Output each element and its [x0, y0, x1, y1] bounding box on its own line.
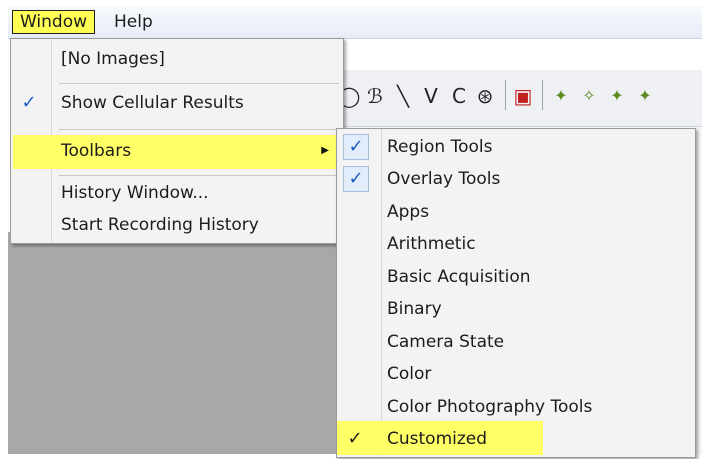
- polyline-tool-icon[interactable]: V: [420, 82, 442, 110]
- menu-item-camera-state[interactable]: Camera State: [337, 326, 695, 358]
- menu-separator: [59, 129, 339, 130]
- menu-item-label: Binary: [387, 299, 442, 319]
- menu-item-label: History Window...: [61, 183, 209, 203]
- menu-item-apps[interactable]: Apps: [337, 196, 695, 228]
- window-menu-dropdown: [No Images] ✓ Show Cellular Results Tool…: [10, 38, 344, 244]
- checkmark-icon: ✓: [347, 428, 363, 449]
- menu-item-color-photography-tools[interactable]: Color Photography Tools: [337, 391, 695, 423]
- submenu-arrow-icon: ▶: [321, 145, 329, 156]
- menu-item-label: Customized: [387, 429, 488, 449]
- region-manager-icon[interactable]: ▣: [512, 82, 534, 110]
- menu-item-color[interactable]: Color: [337, 358, 695, 390]
- checkmark-icon: ✓: [343, 166, 369, 192]
- menu-item-label: Overlay Tools: [387, 169, 501, 189]
- menu-item-label: Arithmetic: [387, 234, 476, 254]
- menu-item-label: Color Photography Tools: [387, 397, 593, 417]
- menu-item-label: Apps: [387, 202, 430, 222]
- menu-item-arithmetic[interactable]: Arithmetic: [337, 228, 695, 260]
- menu-item-label: Start Recording History: [61, 215, 259, 235]
- menu-item-show-cellular-results[interactable]: ✓ Show Cellular Results: [11, 87, 343, 119]
- wizard-icon[interactable]: ✦: [606, 82, 628, 110]
- wizard-icon[interactable]: ✦: [550, 82, 572, 110]
- menu-item-customized[interactable]: ✓ Customized: [337, 423, 695, 455]
- menu-separator: [59, 175, 339, 176]
- menu-item-label: Show Cellular Results: [61, 93, 244, 113]
- multi-point-icon[interactable]: ⊛: [474, 82, 496, 110]
- menu-item-region-tools[interactable]: ✓ Region Tools: [337, 131, 695, 163]
- menu-window[interactable]: Window: [12, 10, 96, 34]
- menu-item-label: Toolbars: [61, 141, 132, 161]
- menu-item-binary[interactable]: Binary: [337, 293, 695, 325]
- menu-help[interactable]: Help: [108, 10, 159, 34]
- arc-tool-icon[interactable]: C: [448, 82, 470, 110]
- menu-item-toolbars[interactable]: Toolbars ▶: [11, 135, 341, 167]
- toolbar-separator: [505, 80, 506, 110]
- wizard-icon[interactable]: ✧: [578, 82, 600, 110]
- checkmark-icon: ✓: [343, 134, 369, 160]
- gray-workspace: [8, 232, 338, 454]
- menu-item-label: [No Images]: [61, 49, 165, 69]
- menu-item-label: Camera State: [387, 332, 505, 352]
- menu-separator: [59, 83, 339, 84]
- menu-item-history-window[interactable]: History Window...: [11, 177, 343, 209]
- toolbar-separator: [542, 80, 543, 110]
- menu-item-label: Region Tools: [387, 137, 493, 157]
- menu-bar: Window Help: [8, 6, 702, 39]
- freehand-region-icon[interactable]: ℬ: [364, 82, 386, 110]
- menu-item-basic-acquisition[interactable]: Basic Acquisition: [337, 261, 695, 293]
- line-tool-icon[interactable]: ╲: [392, 82, 414, 110]
- toolbars-submenu: ✓ Region Tools ✓ Overlay Tools Apps Arit…: [336, 128, 696, 458]
- checkmark-icon: ✓: [21, 92, 37, 113]
- menu-item-overlay-tools[interactable]: ✓ Overlay Tools: [337, 163, 695, 195]
- menu-item-label: Color: [387, 364, 432, 384]
- menu-item-label: Basic Acquisition: [387, 267, 531, 287]
- wizard-icon[interactable]: ✦: [634, 82, 656, 110]
- menu-item-no-images[interactable]: [No Images]: [11, 43, 343, 75]
- menu-item-start-recording-history[interactable]: Start Recording History: [11, 209, 343, 241]
